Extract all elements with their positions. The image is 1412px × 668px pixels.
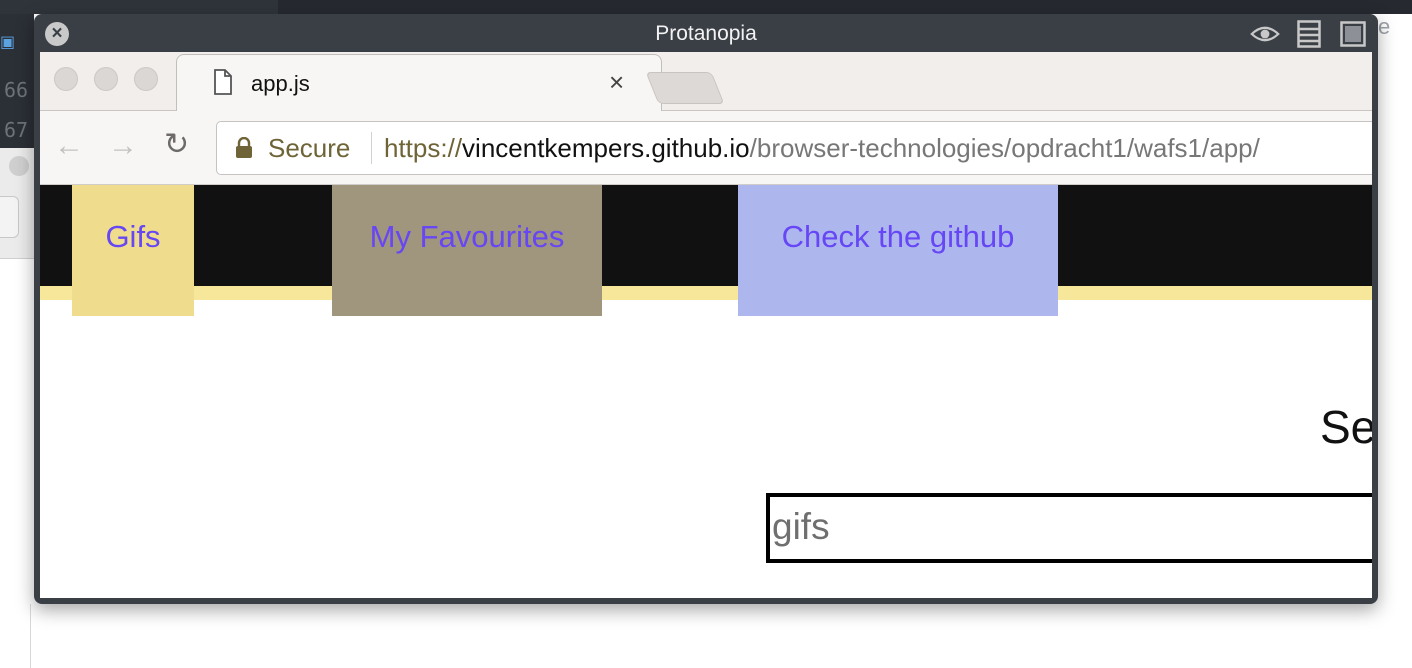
reload-icon[interactable]: ↻ bbox=[164, 127, 189, 162]
window-icon[interactable] bbox=[1338, 20, 1368, 48]
forward-arrow-icon[interactable]: → bbox=[108, 129, 138, 163]
window-zoom-button[interactable] bbox=[134, 67, 158, 91]
web-page: Gifs My Favourites Check the github Sear… bbox=[40, 185, 1372, 598]
site-nav-bar bbox=[40, 185, 1372, 286]
background-area-below bbox=[30, 604, 1412, 668]
protanopia-window: × Protanopia app.js × ← → ↻ Secure https… bbox=[34, 14, 1378, 604]
background-right-text: e bbox=[1378, 14, 1391, 39]
omnibox-divider bbox=[371, 132, 372, 164]
background-line-gutter: ▣ 66 67 bbox=[0, 14, 34, 148]
url-scheme: https:// bbox=[384, 133, 463, 163]
secure-label: Secure bbox=[268, 133, 351, 163]
background-tab-strip bbox=[0, 0, 278, 14]
window-close-button[interactable] bbox=[54, 67, 78, 91]
browser-tab-bar: app.js × bbox=[40, 52, 1372, 112]
search-input[interactable]: gifs bbox=[766, 493, 1372, 563]
nav-link-check-github[interactable]: Check the github bbox=[738, 185, 1058, 316]
url-host: vincentkempers.github.io bbox=[462, 133, 750, 163]
lock-icon bbox=[235, 136, 253, 164]
line-number: 66 bbox=[4, 78, 29, 102]
line-number: 67 bbox=[4, 118, 29, 142]
simulated-viewport: app.js × ← → ↻ Secure https://vincentkem… bbox=[40, 52, 1372, 598]
window-title: Protanopia bbox=[655, 22, 757, 45]
site-nav-underline bbox=[40, 286, 1372, 300]
file-icon bbox=[213, 69, 233, 100]
nav-link-my-favourites[interactable]: My Favourites bbox=[332, 185, 602, 316]
background-circle-control bbox=[9, 156, 29, 176]
back-arrow-icon[interactable]: ← bbox=[54, 129, 84, 163]
nav-link-gifs[interactable]: Gifs bbox=[72, 185, 194, 316]
url-path: /browser-technologies/opdracht1/wafs1/ap… bbox=[749, 133, 1260, 163]
tab-close-icon[interactable]: × bbox=[609, 67, 624, 98]
new-tab-button[interactable] bbox=[645, 72, 725, 104]
tab-title: app.js bbox=[251, 71, 310, 96]
url-text[interactable]: https://vincentkempers.github.io/browser… bbox=[384, 133, 1260, 164]
address-bar[interactable]: Secure https://vincentkempers.github.io/… bbox=[216, 121, 1372, 175]
tab-app-js[interactable]: app.js × bbox=[176, 54, 662, 112]
background-file-icon: ▣ bbox=[0, 34, 16, 51]
window-minimize-button[interactable] bbox=[94, 67, 118, 91]
browser-toolbar: ← → ↻ Secure https://vincentkempers.gith… bbox=[40, 111, 1372, 185]
window-toolbar bbox=[1250, 20, 1368, 48]
background-box-control bbox=[0, 196, 19, 238]
search-heading: Sear bbox=[1320, 401, 1372, 453]
background-app-titlebar bbox=[0, 0, 1412, 14]
eye-icon[interactable] bbox=[1250, 20, 1280, 48]
list-icon[interactable] bbox=[1294, 20, 1324, 48]
